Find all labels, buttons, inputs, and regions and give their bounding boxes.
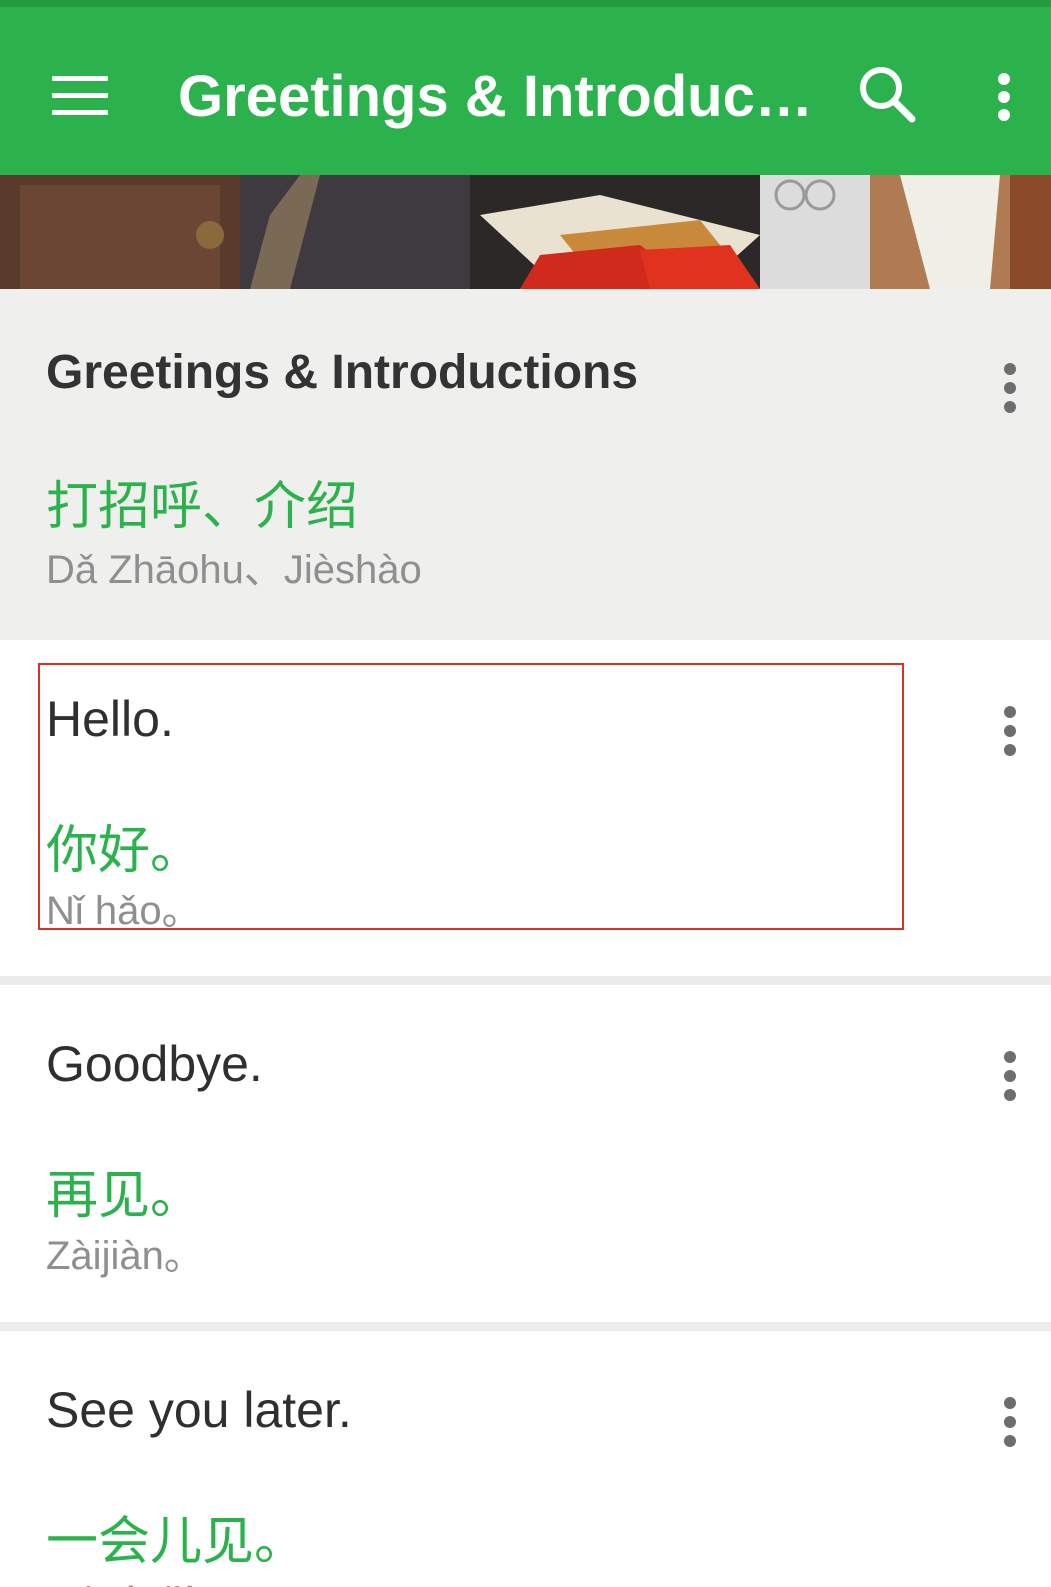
app-bar-title: Greetings & Introductions [178,64,818,129]
phrase-pinyin: Nǐ hǎo。 [46,889,202,933]
phrase-card[interactable]: Goodbye. 再见。 Zàijiàn。 [0,985,1051,1321]
phrase-english: See you later. [46,1382,352,1438]
phrase-more-vertical-icon[interactable] [980,692,1040,772]
phrase-more-vertical-icon[interactable] [980,1383,1040,1463]
category-chinese: 打招呼、介绍 [46,477,359,537]
phrase-pinyin: Yīhuìr jiàn。 [46,1569,266,1587]
category-title: Greetings & Introductions [46,346,639,399]
category-pinyin: Dǎ Zhāohu、Jièshào [46,548,422,592]
phrase-card[interactable]: Hello. 你好。 Nǐ hǎo。 [0,640,1051,976]
divider [0,976,1051,985]
phrase-chinese: 一会儿见。 [46,1512,307,1572]
phrase-chinese: 再见。 [46,1166,203,1226]
category-banner-image [0,175,1051,289]
category-more-vertical-icon[interactable] [980,349,1040,429]
divider [0,1322,1051,1331]
phrase-more-vertical-icon[interactable] [980,1037,1040,1117]
phrase-chinese: 你好。 [46,821,203,881]
phrase-english: Goodbye. [46,1036,263,1092]
category-header: Greetings & Introductions 打招呼、介绍 Dǎ Zhāo… [0,289,1051,646]
more-vertical-icon[interactable] [974,59,1034,139]
search-icon[interactable] [852,59,924,131]
hamburger-menu-icon[interactable] [44,59,116,131]
app-bar: Greetings & Introductions [0,0,1051,175]
phrase-english: Hello. [46,691,174,747]
phrase-pinyin: Zàijiàn。 [46,1234,204,1278]
phrasebook-screen: Greetings & Introductions [0,0,1051,1587]
phrase-card[interactable]: See you later. 一会儿见。 Yīhuìr jiàn。 [0,1331,1051,1587]
